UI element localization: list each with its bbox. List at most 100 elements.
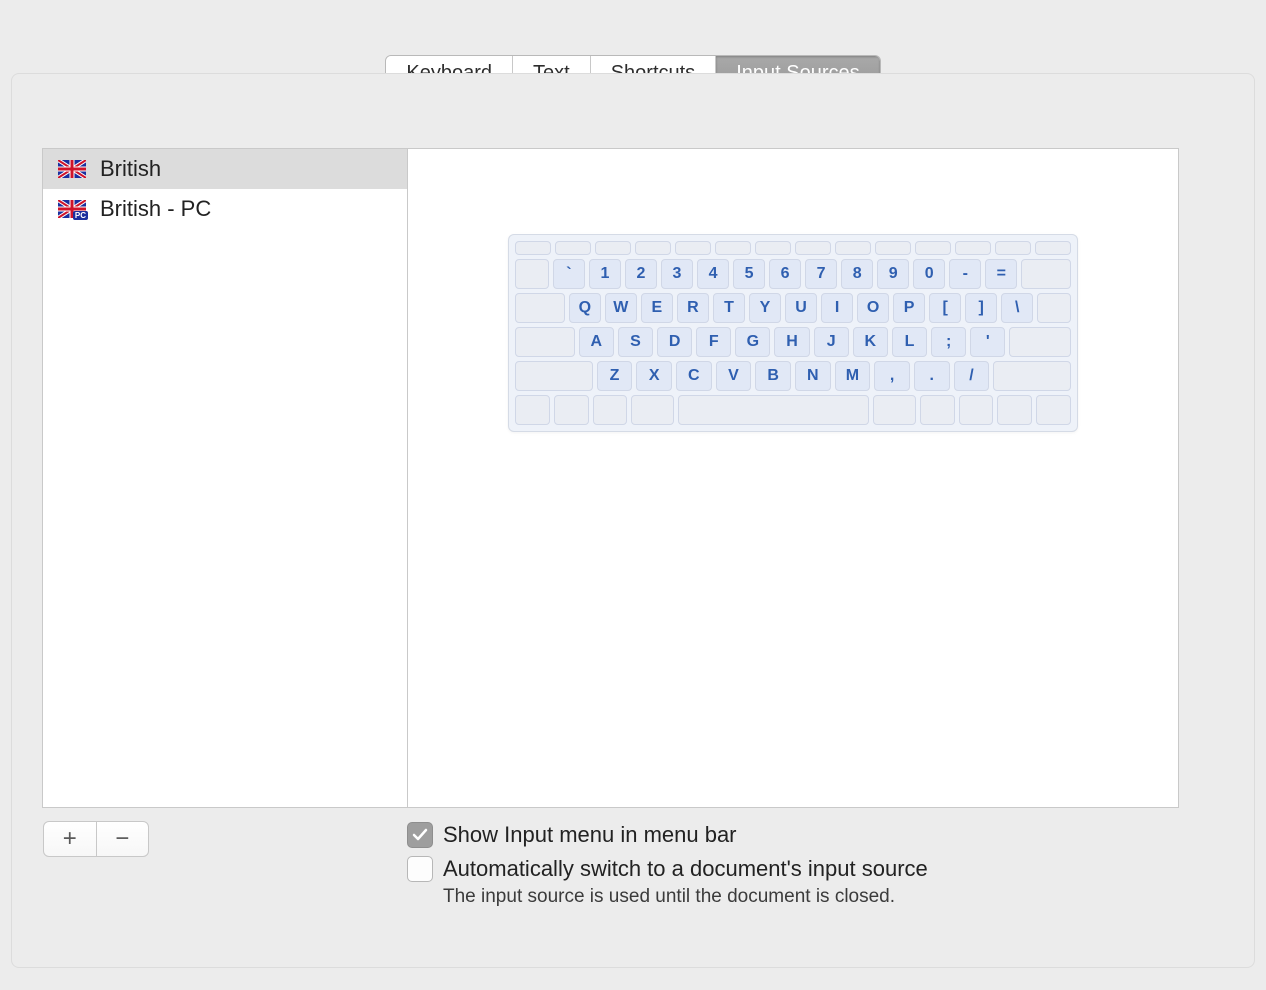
keyboard-row bbox=[515, 395, 1071, 425]
key-blank bbox=[995, 241, 1031, 255]
key: 3 bbox=[661, 259, 693, 289]
key-blank bbox=[515, 259, 549, 289]
keyboard-row: QWERTYUIOP[]\ bbox=[515, 293, 1071, 323]
key: G bbox=[735, 327, 770, 357]
key-blank bbox=[515, 395, 550, 425]
key-blank bbox=[920, 395, 955, 425]
key: A bbox=[579, 327, 614, 357]
key-blank bbox=[593, 395, 628, 425]
key: J bbox=[814, 327, 849, 357]
show-input-menu-checkbox[interactable] bbox=[407, 822, 433, 848]
key-blank bbox=[875, 241, 911, 255]
key-blank bbox=[993, 361, 1071, 391]
key: [ bbox=[929, 293, 961, 323]
key-blank bbox=[555, 241, 591, 255]
key: 1 bbox=[589, 259, 621, 289]
key: C bbox=[676, 361, 712, 391]
key: H bbox=[774, 327, 809, 357]
keyboard-row: `1234567890-= bbox=[515, 259, 1071, 289]
key: R bbox=[677, 293, 709, 323]
key: ` bbox=[553, 259, 585, 289]
key-blank bbox=[515, 293, 565, 323]
key-blank bbox=[715, 241, 751, 255]
key: I bbox=[821, 293, 853, 323]
key: T bbox=[713, 293, 745, 323]
key: 4 bbox=[697, 259, 729, 289]
key-blank bbox=[515, 327, 575, 357]
key-blank bbox=[1009, 327, 1071, 357]
key: ; bbox=[931, 327, 966, 357]
key: K bbox=[853, 327, 888, 357]
key: \ bbox=[1001, 293, 1033, 323]
key-blank bbox=[755, 241, 791, 255]
key-blank bbox=[915, 241, 951, 255]
key: F bbox=[696, 327, 731, 357]
key: 9 bbox=[877, 259, 909, 289]
prefs-panel: British PCBritish - PC `1234567890-=QWER… bbox=[11, 73, 1255, 968]
key: , bbox=[874, 361, 910, 391]
key: E bbox=[641, 293, 673, 323]
show-input-menu-row: Show Input menu in menu bar bbox=[407, 822, 1179, 848]
key-blank bbox=[1037, 293, 1071, 323]
key: 8 bbox=[841, 259, 873, 289]
add-source-button[interactable]: + bbox=[44, 822, 97, 856]
key-blank bbox=[1035, 241, 1071, 255]
input-source-label: British - PC bbox=[100, 196, 211, 222]
key: 7 bbox=[805, 259, 837, 289]
key: S bbox=[618, 327, 653, 357]
input-source-item[interactable]: PC British - PC bbox=[43, 189, 407, 229]
flag-icon bbox=[58, 160, 86, 178]
input-source-item[interactable]: British bbox=[43, 149, 407, 189]
key: D bbox=[657, 327, 692, 357]
key: B bbox=[755, 361, 791, 391]
key: Y bbox=[749, 293, 781, 323]
check-icon bbox=[412, 827, 428, 843]
key-blank bbox=[1036, 395, 1071, 425]
keyboard-row: ASDFGHJKL;' bbox=[515, 327, 1071, 357]
auto-switch-checkbox[interactable] bbox=[407, 856, 433, 882]
keyboard-row: ZXCVBNM,./ bbox=[515, 361, 1071, 391]
key: ' bbox=[970, 327, 1005, 357]
key: 6 bbox=[769, 259, 801, 289]
show-input-menu-label: Show Input menu in menu bar bbox=[443, 822, 737, 848]
key-blank bbox=[795, 241, 831, 255]
keyboard-preview-area: `1234567890-= QWERTYUIOP[]\ ASDFGHJKL;' ZXC… bbox=[408, 149, 1178, 807]
key-blank bbox=[554, 395, 589, 425]
options: Show Input menu in menu bar Automaticall… bbox=[407, 822, 1179, 908]
key: / bbox=[954, 361, 990, 391]
keyboard-row bbox=[515, 241, 1071, 255]
key: ] bbox=[965, 293, 997, 323]
key-blank bbox=[635, 241, 671, 255]
add-remove-source: + − bbox=[43, 821, 149, 857]
auto-switch-label: Automatically switch to a document's inp… bbox=[443, 856, 928, 882]
key: Q bbox=[569, 293, 601, 323]
key: . bbox=[914, 361, 950, 391]
keyboard-layout-preview: `1234567890-= QWERTYUIOP[]\ ASDFGHJKL;' ZXC… bbox=[508, 234, 1078, 432]
input-source-label: British bbox=[100, 156, 161, 182]
key: 0 bbox=[913, 259, 945, 289]
key-blank bbox=[835, 241, 871, 255]
key-blank bbox=[515, 361, 593, 391]
key: Z bbox=[597, 361, 633, 391]
auto-switch-note: The input source is used until the docum… bbox=[443, 886, 1179, 908]
key-blank bbox=[955, 241, 991, 255]
remove-source-button[interactable]: − bbox=[97, 822, 149, 856]
key-blank bbox=[595, 241, 631, 255]
auto-switch-row: Automatically switch to a document's inp… bbox=[407, 856, 1179, 882]
key: L bbox=[892, 327, 927, 357]
key: P bbox=[893, 293, 925, 323]
key-blank bbox=[1021, 259, 1071, 289]
key: 2 bbox=[625, 259, 657, 289]
key-blank bbox=[959, 395, 994, 425]
key: M bbox=[835, 361, 871, 391]
key-blank bbox=[997, 395, 1032, 425]
key: V bbox=[716, 361, 752, 391]
pc-badge: PC bbox=[73, 211, 88, 220]
key-blank bbox=[675, 241, 711, 255]
key: W bbox=[605, 293, 637, 323]
input-sources-list: British PC British - PC bbox=[43, 149, 408, 807]
key: N bbox=[795, 361, 831, 391]
key: O bbox=[857, 293, 889, 323]
key-blank bbox=[678, 395, 868, 425]
key: - bbox=[949, 259, 981, 289]
